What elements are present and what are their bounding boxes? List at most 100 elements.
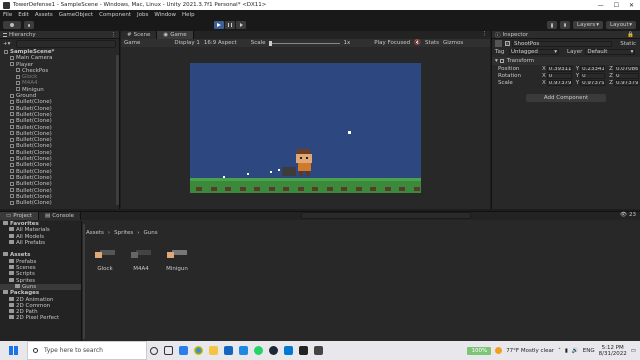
play-button[interactable] xyxy=(214,21,224,29)
minimize-button[interactable]: — xyxy=(598,2,604,9)
app-icon[interactable] xyxy=(179,346,188,355)
breadcrumb-guns[interactable]: Guns xyxy=(144,230,158,236)
mute-audio-icon[interactable]: 🔇 xyxy=(414,40,421,46)
menu-window[interactable]: Window xyxy=(154,12,176,18)
game-viewport[interactable] xyxy=(190,63,421,193)
add-component-button[interactable]: Add Component xyxy=(526,94,606,102)
unity-icon[interactable] xyxy=(314,346,323,355)
menu-help[interactable]: Help xyxy=(182,12,195,18)
network-icon[interactable]: ▮ xyxy=(565,348,568,354)
transform-x-field[interactable]: 0.39311 xyxy=(546,65,572,72)
transform-icon xyxy=(499,59,504,63)
whatsapp-icon[interactable] xyxy=(254,346,263,355)
hierarchy-scrollbar[interactable] xyxy=(116,55,119,205)
menu-assets[interactable]: Assets xyxy=(35,12,53,18)
close-button[interactable]: ✕ xyxy=(629,2,634,9)
transform-header[interactable]: ▾ Transform xyxy=(492,57,640,65)
add-icon[interactable]: +▾ xyxy=(0,41,13,47)
tab-scene[interactable]: # Scene xyxy=(121,31,158,39)
menu-gameobject[interactable]: GameObject xyxy=(59,12,93,18)
tab-game[interactable]: ◉ Game xyxy=(157,31,194,39)
bullet-sprite xyxy=(348,131,351,134)
maximize-button[interactable]: ☐ xyxy=(614,2,619,9)
inspector-tab[interactable]: ⓘ Inspector 🔒 xyxy=(492,31,640,39)
static-checkbox[interactable]: Static xyxy=(620,41,640,47)
menu-file[interactable]: File xyxy=(3,12,12,18)
unity-hub-icon[interactable] xyxy=(299,346,308,355)
folder-icon xyxy=(15,283,20,288)
chrome-icon[interactable] xyxy=(194,346,203,355)
transform-x-field[interactable]: 0.97379 xyxy=(546,79,572,86)
history-button[interactable] xyxy=(547,21,557,29)
game-mode-dropdown[interactable]: Game xyxy=(124,40,140,46)
gizmos-button[interactable]: Gizmos xyxy=(443,40,463,46)
clock[interactable]: 5:12 PM 8/31/2022 xyxy=(599,345,627,357)
play-focused-dropdown[interactable]: Play Focused xyxy=(374,40,410,46)
display-dropdown[interactable]: Display 1 xyxy=(174,40,200,46)
dirt-block xyxy=(196,187,202,191)
transform-y-field[interactable]: 0 xyxy=(580,72,606,79)
scale-slider[interactable] xyxy=(268,40,340,46)
weather-widget[interactable]: 77°F Mostly clear xyxy=(506,348,554,354)
scale-slider-handle[interactable] xyxy=(268,40,272,46)
vscode-icon[interactable] xyxy=(284,346,293,355)
transform-y-field[interactable]: 0.97379 xyxy=(580,79,606,86)
hierarchy-item[interactable]: Bullet(Clone) xyxy=(2,200,119,206)
stats-button[interactable]: Stats xyxy=(425,40,439,46)
step-button[interactable] xyxy=(236,21,246,29)
asset-tile[interactable]: Minigun xyxy=(164,246,190,272)
taskbar-search-input[interactable]: Type here to search xyxy=(27,341,147,360)
photos-icon[interactable] xyxy=(239,346,248,355)
breadcrumb-assets[interactable]: Assets xyxy=(86,230,104,236)
account-button[interactable] xyxy=(3,21,21,29)
gameobject-icon xyxy=(10,106,14,111)
asset-tile[interactable]: Glock xyxy=(92,246,118,272)
lock-icon[interactable]: 🔒 xyxy=(627,32,640,38)
more-icon[interactable]: ⋮ xyxy=(111,32,120,38)
object-name-field[interactable]: ShootPos xyxy=(512,40,612,47)
cloud-button[interactable] xyxy=(24,21,34,29)
battery-indicator[interactable]: 100% xyxy=(467,346,492,355)
menu-edit[interactable]: Edit xyxy=(18,12,29,18)
menu-component[interactable]: Component xyxy=(99,12,131,18)
aspect-dropdown[interactable]: 16:9 Aspect xyxy=(204,40,237,46)
tag-dropdown[interactable]: Untagged ▾ xyxy=(509,48,559,55)
transform-y-field[interactable]: 0.23341 xyxy=(580,65,606,72)
transform-z-field[interactable]: 0 xyxy=(613,72,639,79)
tree-scrollbar[interactable] xyxy=(83,224,85,339)
transform-x-field[interactable]: 0 xyxy=(546,72,572,79)
file-explorer-icon[interactable] xyxy=(209,346,218,355)
volume-icon[interactable]: 🔊 xyxy=(572,348,579,354)
notifications-icon[interactable]: ▭ xyxy=(631,348,636,354)
layout-dropdown[interactable]: Layout ▾ xyxy=(606,21,636,29)
menu-jobs[interactable]: Jobs xyxy=(137,12,148,18)
windows-start-icon[interactable] xyxy=(9,346,18,355)
steam-icon[interactable] xyxy=(269,346,278,355)
active-checkbox[interactable]: ✓ xyxy=(505,41,510,46)
task-view-icon[interactable] xyxy=(164,346,173,355)
info-icon: ⓘ xyxy=(495,32,501,39)
breadcrumb-sprites[interactable]: Sprites xyxy=(114,230,133,236)
eye-icon[interactable]: 👁 xyxy=(620,212,627,220)
chevron-up-icon[interactable]: ˄ xyxy=(558,348,561,354)
layers-dropdown[interactable]: Layers ▾ xyxy=(573,21,603,29)
asset-tile[interactable]: M4A4 xyxy=(128,246,154,272)
hierarchy-list: SampleScene* Main Camera Player CheckPos Glo… xyxy=(0,49,119,206)
project-search-input[interactable] xyxy=(301,212,472,219)
pause-button[interactable] xyxy=(225,21,235,29)
transform-z-field[interactable]: 0.97379 xyxy=(613,79,639,86)
folder-icon xyxy=(9,258,14,263)
transform-z-field[interactable]: 0.07086 xyxy=(613,65,639,72)
language-indicator[interactable]: ENG xyxy=(583,348,595,354)
hierarchy-tab[interactable]: Hierarchy ⋮ xyxy=(0,31,119,39)
mail-icon[interactable] xyxy=(224,346,233,355)
cortana-icon[interactable] xyxy=(150,346,158,355)
hierarchy-search-input[interactable] xyxy=(16,40,116,48)
tab-console[interactable]: ▤ Console xyxy=(39,212,82,220)
search-button[interactable] xyxy=(560,21,570,29)
gameobject-icon xyxy=(10,188,14,193)
more-icon[interactable]: ⋮ xyxy=(482,31,491,39)
project-tree-item[interactable]: 2D Pixel Perfect xyxy=(0,315,81,321)
tab-project[interactable]: ▭ Project xyxy=(0,212,40,220)
layer-dropdown[interactable]: Default ▾ xyxy=(585,48,636,55)
